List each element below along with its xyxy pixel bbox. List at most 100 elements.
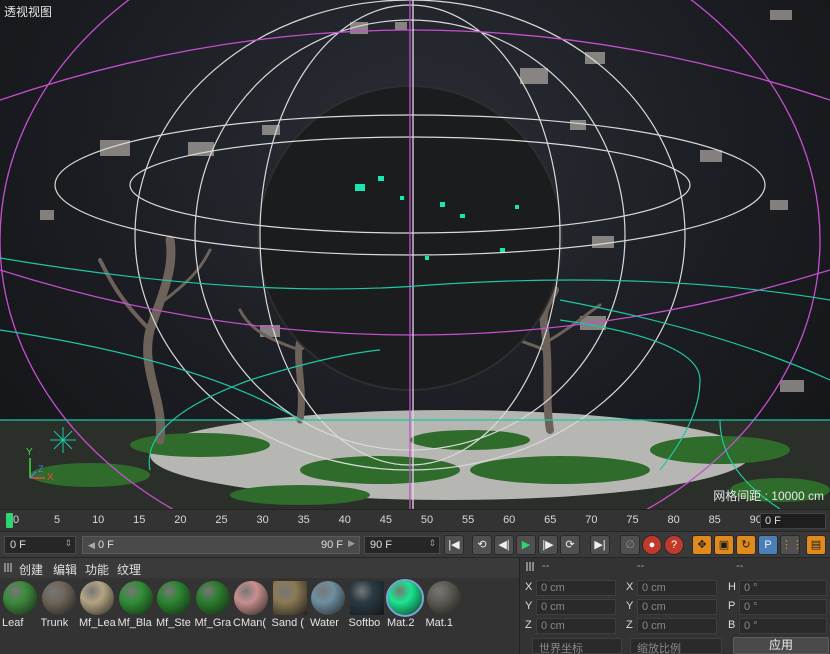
pos-y-field[interactable]: 0 cm: [536, 599, 616, 615]
material-preview: [195, 581, 230, 615]
size-y-label: Y: [626, 600, 634, 612]
material-label: Softbo: [348, 617, 381, 629]
timeline-tick-label: 40: [338, 514, 351, 526]
material-label: Mat.1: [425, 617, 454, 629]
timeline-tick-label: 65: [544, 514, 557, 526]
timeline-tick-label: 15: [133, 514, 146, 526]
axis-y-label: Y: [26, 447, 33, 458]
timeline-tick-label: 5: [54, 514, 61, 526]
material-label: Mf_Ste: [156, 617, 191, 629]
size-x-field[interactable]: 0 cm: [637, 580, 717, 596]
material-manager: 创建 编辑 功能 纹理 Leaf Trunk Mf_Lea Mf_Bla Mf_Ste M…: [0, 557, 519, 654]
timeline-tick-label: 35: [297, 514, 310, 526]
timeline-tick-label: 60: [503, 514, 516, 526]
material-label: Leaf: [2, 617, 24, 629]
record-button[interactable]: ●: [642, 535, 662, 555]
grip-icon[interactable]: [4, 563, 13, 572]
material-item[interactable]: CMan(: [233, 581, 269, 631]
current-frame-readout[interactable]: 0 F: [760, 513, 826, 529]
apply-button[interactable]: 应用: [733, 637, 829, 654]
material-item[interactable]: Leaf: [2, 581, 38, 631]
perspective-viewport[interactable]: 透视视图 Y X Z 网格间距 : 10000 cm: [0, 0, 830, 509]
start-frame-value: 0 F: [10, 539, 26, 551]
material-preview: [272, 581, 307, 615]
menu-create[interactable]: 创建: [19, 561, 43, 578]
scale-value: 缩放比例: [637, 643, 681, 654]
move-tool-button[interactable]: ✥: [692, 535, 712, 555]
material-item[interactable]: Trunk: [41, 581, 77, 631]
timeline-tick-label: 45: [379, 514, 393, 526]
material-item[interactable]: Softbo: [349, 581, 385, 631]
cinema4d-window: 透视视图 Y X Z 网格间距 : 10000 cm 0 5 10 15 20 25 30 3…: [0, 0, 830, 654]
timeline-tick-label: 70: [585, 514, 598, 526]
pos-y-label: Y: [525, 600, 533, 612]
current-frame-marker[interactable]: [6, 513, 13, 528]
material-preview: [157, 581, 191, 615]
rotate-tool-button[interactable]: ↻: [736, 535, 756, 555]
goto-end-button[interactable]: ▶|: [590, 535, 610, 555]
material-item[interactable]: Mf_Lea: [79, 581, 116, 631]
pos-z-field[interactable]: 0 cm: [536, 618, 616, 634]
material-preview: [3, 581, 37, 615]
material-preview: [426, 581, 461, 615]
spinner-icon[interactable]: ⇕: [64, 538, 72, 549]
menu-edit[interactable]: 编辑: [53, 561, 77, 578]
material-label: CMan(: [233, 617, 267, 629]
end-frame-field[interactable]: 90 F ⇕: [364, 536, 440, 554]
viewport-title[interactable]: 透视视图: [4, 3, 52, 20]
scale-dropdown[interactable]: 缩放比例: [630, 638, 722, 654]
timeline-tick-label: 0: [12, 514, 20, 526]
pos-x-field[interactable]: 0 cm: [536, 580, 616, 596]
menu-texture[interactable]: 纹理: [117, 561, 141, 578]
material-item[interactable]: Mat.2: [386, 579, 424, 631]
material-label: Mf_Bla: [117, 617, 152, 629]
size-z-field[interactable]: 0 cm: [637, 618, 717, 634]
rot-h-field[interactable]: 0 °: [739, 580, 827, 596]
auto-key-button[interactable]: ?: [664, 535, 684, 555]
range-start-value: 0 F: [97, 539, 114, 551]
next-key-button[interactable]: ⟳: [560, 535, 580, 555]
world-coords-dropdown[interactable]: 世界坐标: [532, 638, 622, 654]
material-label: Mat.2: [387, 617, 415, 629]
timeline-tick-label: 85: [708, 514, 721, 526]
range-left-arrow-icon: ◀: [88, 540, 95, 550]
coordinates-panel: -- -- -- X 0 cm X 0 cm H 0 ° Y 0 cm Y 0 …: [519, 557, 830, 654]
timeline-tick-label: 75: [626, 514, 639, 526]
ruler-track[interactable]: 0 5 10 15 20 25 30 35 40 45 50 55 60 65 70 75 80 85 90: [0, 510, 762, 532]
rot-p-field[interactable]: 0 °: [739, 599, 827, 615]
material-preview: [349, 581, 384, 615]
world-coords-value: 世界坐标: [539, 643, 583, 654]
material-item[interactable]: Water: [310, 581, 346, 631]
material-item[interactable]: Mf_Ste: [156, 581, 192, 631]
key-dim-button[interactable]: ∅: [620, 535, 640, 555]
grip-icon[interactable]: [526, 562, 535, 571]
material-preview: [41, 581, 76, 615]
prev-frame-button[interactable]: ◀|: [494, 535, 514, 555]
material-item[interactable]: Sand (: [272, 581, 308, 631]
size-y-field[interactable]: 0 cm: [637, 599, 717, 615]
play-button[interactable]: ▶: [516, 535, 536, 555]
prev-key-button[interactable]: ⟲: [472, 535, 492, 555]
timeline-ruler[interactable]: 0 5 10 15 20 25 30 35 40 45 50 55 60 65 70 75 80 85 90 0 F: [0, 509, 830, 531]
param-button[interactable]: P: [758, 535, 778, 555]
pos-z-label: Z: [525, 619, 532, 631]
timeline-tick-label: 55: [461, 514, 475, 526]
rot-b-field[interactable]: 0 °: [739, 618, 827, 634]
film-button[interactable]: ▤: [806, 535, 826, 555]
timeline-tick-label: 80: [667, 514, 680, 526]
material-label: Water: [310, 617, 339, 629]
rot-h-label: H: [728, 581, 736, 593]
size-x-label: X: [626, 581, 634, 593]
material-item[interactable]: Mat.1: [426, 581, 462, 631]
frame-range-slider[interactable]: ◀ 0 F 90 F ▶: [82, 536, 360, 554]
material-item[interactable]: Mf_Gra: [195, 581, 231, 631]
goto-start-button[interactable]: |◀: [444, 535, 464, 555]
next-frame-button[interactable]: |▶: [538, 535, 558, 555]
material-item[interactable]: Mf_Bla: [118, 581, 154, 631]
start-frame-field[interactable]: 0 F ⇕: [4, 536, 76, 554]
scale-tool-button[interactable]: ▣: [714, 535, 734, 555]
grid-button[interactable]: ⋮⋮: [780, 535, 803, 555]
timeline-tick-label: 25: [215, 514, 228, 526]
menu-function[interactable]: 功能: [85, 561, 109, 578]
spinner-icon[interactable]: ⇕: [428, 538, 436, 549]
